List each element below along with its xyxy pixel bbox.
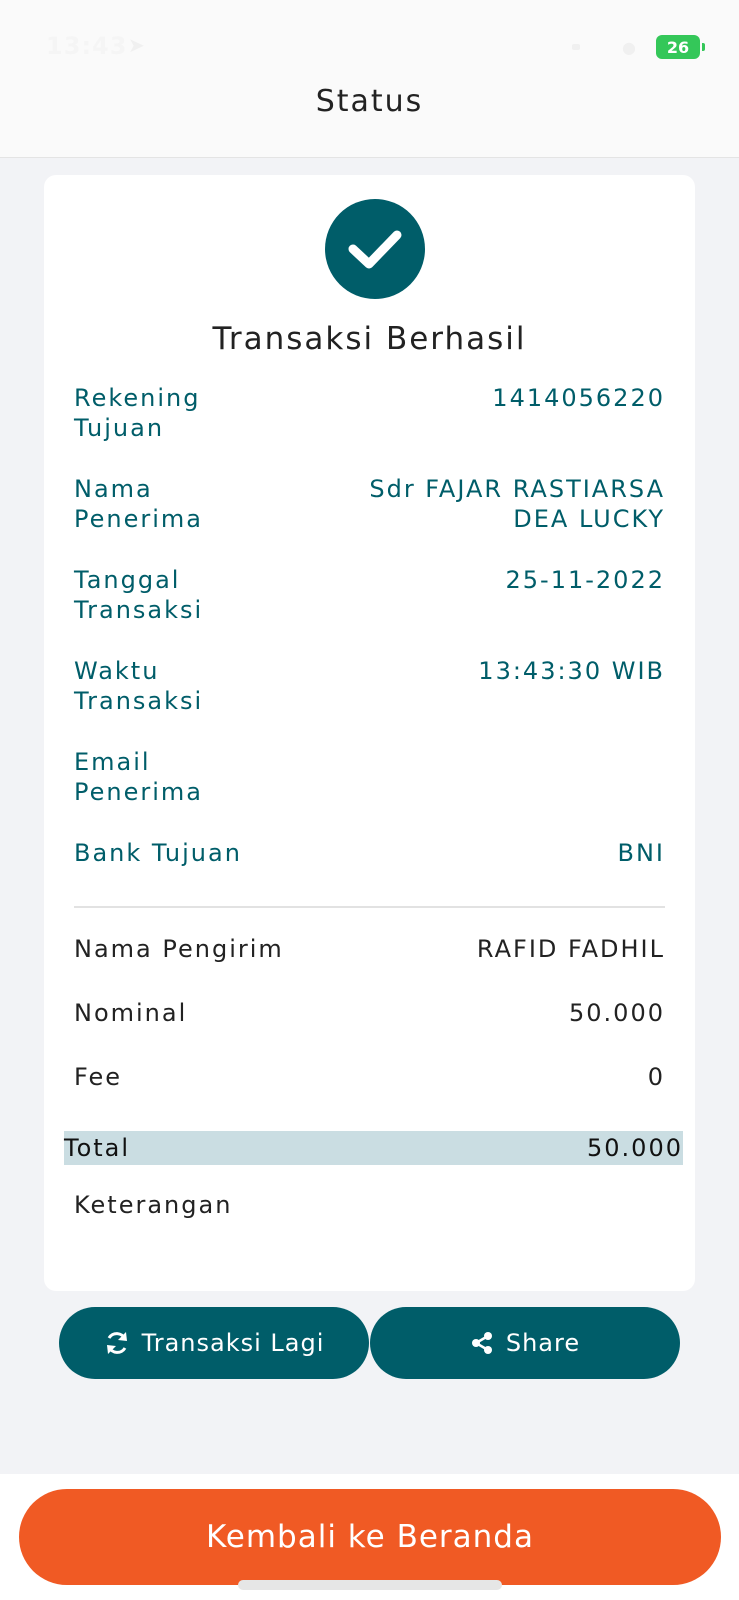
detail-value: 13:43:30 WIB [478, 657, 665, 685]
detail-row-email-penerima: Email Penerima [74, 747, 665, 807]
summary-value: 50.000 [569, 999, 665, 1027]
detail-label: Bank Tujuan [74, 839, 242, 867]
detail-label: Email Penerima [74, 748, 203, 806]
summary-label: Nama Pengirim [74, 935, 284, 963]
signal-icon [572, 44, 580, 50]
transaksi-lagi-button[interactable]: Transaksi Lagi [59, 1307, 369, 1379]
summary-row-nama-pengirim: Nama Pengirim RAFID FADHIL [74, 934, 665, 964]
detail-value: BNI [617, 839, 665, 867]
success-check-icon [325, 199, 425, 299]
summary-label: Nominal [74, 999, 188, 1027]
receipt-card: Transaksi Berhasil Rekening Tujuan 14140… [44, 175, 695, 1291]
total-value: 50.000 [587, 1134, 683, 1162]
location-icon: ➤ [128, 33, 145, 57]
status-bar: 13:43 ➤ ● 26 [0, 0, 739, 80]
detail-row-rekening-tujuan: Rekening Tujuan 1414056220 [74, 383, 665, 443]
detail-value: Sdr FAJAR RASTIARSA DEA LUCKY [369, 475, 665, 533]
detail-label: Nama Penerima [74, 475, 203, 533]
total-row: Total 50.000 [64, 1131, 683, 1165]
summary-row-nominal: Nominal 50.000 [74, 998, 665, 1028]
kembali-ke-beranda-button[interactable]: Kembali ke Beranda [19, 1489, 721, 1585]
home-indicator[interactable] [238, 1580, 502, 1590]
detail-value: 1414056220 [492, 384, 665, 412]
total-label: Total [64, 1134, 131, 1162]
wifi-icon: ● [622, 38, 636, 57]
detail-value: 25-11-2022 [505, 566, 665, 594]
detail-label: Waktu Transaksi [74, 657, 204, 715]
transaksi-lagi-label: Transaksi Lagi [141, 1329, 325, 1357]
detail-label: Rekening Tujuan [74, 384, 201, 442]
detail-row-bank-tujuan: Bank Tujuan BNI [74, 838, 665, 868]
kembali-ke-beranda-label: Kembali ke Beranda [206, 1519, 534, 1555]
header: Status [0, 80, 739, 158]
battery-icon: 26 [656, 35, 705, 59]
status-time: 13:43 [46, 32, 128, 60]
battery-level: 26 [666, 37, 690, 57]
note-label: Keterangan [74, 1191, 233, 1219]
refresh-icon [106, 1332, 127, 1354]
divider [74, 906, 665, 908]
summary-row-fee: Fee 0 [74, 1062, 665, 1092]
detail-row-tanggal-transaksi: Tanggal Transaksi 25-11-2022 [74, 565, 665, 625]
share-button[interactable]: Share [370, 1307, 680, 1379]
detail-label: Tanggal Transaksi [74, 566, 204, 624]
note-row: Keterangan [74, 1190, 665, 1220]
summary-value: RAFID FADHIL [476, 935, 665, 963]
share-icon [471, 1332, 492, 1354]
share-label: Share [505, 1329, 581, 1357]
transaction-status-title: Transaksi Berhasil [212, 321, 527, 357]
summary-label: Fee [74, 1063, 123, 1091]
detail-row-waktu-transaksi: Waktu Transaksi 13:43:30 WIB [74, 656, 665, 716]
page-title: Status [315, 84, 424, 119]
detail-row-nama-penerima: Nama Penerima Sdr FAJAR RASTIARSA DEA LU… [74, 474, 665, 534]
summary-value: 0 [647, 1063, 665, 1091]
